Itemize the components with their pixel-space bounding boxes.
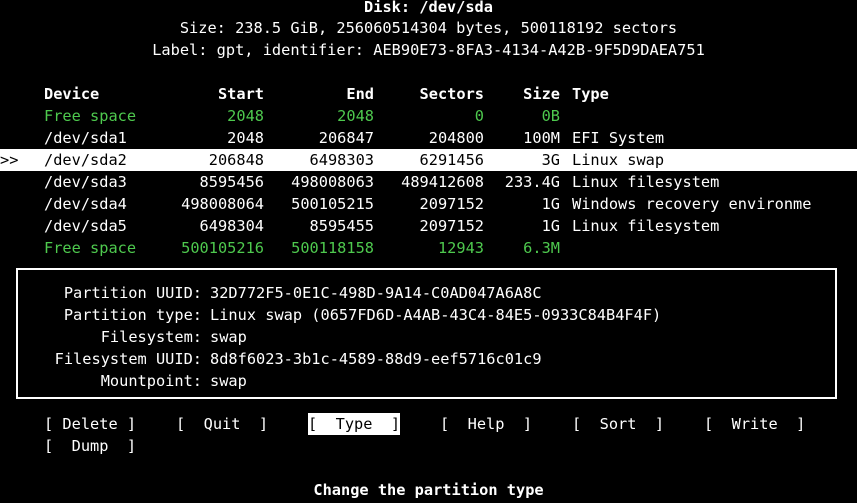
cell-end: 500105215 <box>291 195 374 213</box>
cell-sectors: 0 <box>474 107 484 125</box>
cell-device: /dev/sda5 <box>44 217 127 235</box>
sort-button[interactable]: [ Sort ] <box>572 413 664 435</box>
status-hint: Change the partition type <box>313 481 544 499</box>
disk-size-info: Size: 238.5 GiB, 256060514304 bytes, 500… <box>179 19 678 37</box>
col-sectors: Sectors <box>419 85 484 103</box>
cell-device: /dev/sda3 <box>44 173 127 191</box>
cell-sectors: 6291456 <box>419 151 484 169</box>
type-button[interactable]: [ Type ] <box>308 413 401 435</box>
col-end: End <box>346 85 374 103</box>
mountpoint-label: Mountpoint: <box>100 372 202 390</box>
cell-device: /dev/sda1 <box>44 129 127 147</box>
partition-info-box: Partition UUID: 32D772F5-0E1C-498D-9A14-… <box>16 268 837 399</box>
cell-type: Linux filesystem <box>572 173 720 191</box>
cell-size: 1G <box>541 195 560 213</box>
disk-label-info: Label: gpt, identifier: AEB90E73-8FA3-41… <box>152 41 705 59</box>
cell-sectors: 204800 <box>428 129 484 147</box>
cell-start: 6498304 <box>199 217 264 235</box>
selection-marker: >> <box>0 151 19 169</box>
dump-button[interactable]: [ Dump ] <box>44 435 136 457</box>
cell-end: 500118158 <box>291 239 374 257</box>
cell-sectors: 2097152 <box>419 217 484 235</box>
cell-sectors: 489412608 <box>401 173 484 191</box>
cell-end: 498008063 <box>291 173 374 191</box>
table-row[interactable]: /dev/sda5 6498304 8595455 2097152 1G Lin… <box>0 215 857 237</box>
filesystem-uuid-label: Filesystem UUID: <box>54 350 202 368</box>
cell-sectors: 12943 <box>437 239 484 257</box>
filesystem-uuid-value: 8d8f6023-3b1c-4589-88d9-eef5716c01c9 <box>210 350 542 368</box>
cell-start: 498008064 <box>181 195 264 213</box>
quit-button[interactable]: [ Quit ] <box>176 413 268 435</box>
table-row-selected[interactable]: >> /dev/sda2 206848 6498303 6291456 3G L… <box>0 149 857 171</box>
table-row[interactable]: /dev/sda3 8595456 498008063 489412608 23… <box>0 171 857 193</box>
partition-type-value: Linux swap (0657FD6D-A4AB-43C4-84E5-0933… <box>210 306 662 324</box>
cell-device: Free space <box>44 107 137 125</box>
table-row[interactable]: /dev/sda1 2048 206847 204800 100M EFI Sy… <box>0 127 857 149</box>
cell-start: 500105216 <box>181 239 264 257</box>
table-header: Device Start End Sectors Size Type <box>0 83 857 105</box>
table-row[interactable]: /dev/sda4 498008064 500105215 2097152 1G… <box>0 193 857 215</box>
partition-uuid-value: 32D772F5-0E1C-498D-9A14-C0AD047A6A8C <box>210 284 542 302</box>
cell-size: 0B <box>541 107 560 125</box>
cell-sectors: 2097152 <box>419 195 484 213</box>
delete-button[interactable]: [ Delete ] <box>44 413 136 435</box>
cell-size: 233.4G <box>504 173 560 191</box>
cell-type: Linux swap <box>572 151 665 169</box>
cell-size: 100M <box>523 129 560 147</box>
cell-type: Windows recovery environme <box>572 195 812 213</box>
cell-start: 8595456 <box>199 173 264 191</box>
filesystem-label: Filesystem: <box>100 328 202 346</box>
help-button[interactable]: [ Help ] <box>440 413 532 435</box>
col-device: Device <box>44 85 100 103</box>
cell-type: Linux filesystem <box>572 217 720 235</box>
col-size: Size <box>523 85 560 103</box>
cell-end: 206847 <box>318 129 374 147</box>
table-row[interactable]: Free space 500105216 500118158 12943 6.3… <box>0 237 857 259</box>
cell-start: 2048 <box>227 107 264 125</box>
write-button[interactable]: [ Write ] <box>704 413 805 435</box>
table-row[interactable]: Free space 2048 2048 0 0B <box>0 105 857 127</box>
cell-start: 2048 <box>227 129 264 147</box>
filesystem-value: swap <box>210 328 247 346</box>
cell-start: 206848 <box>208 151 264 169</box>
col-type: Type <box>572 85 609 103</box>
cell-size: 6.3M <box>523 239 560 257</box>
cell-end: 6498303 <box>309 151 374 169</box>
cell-size: 3G <box>541 151 560 169</box>
cell-size: 1G <box>541 217 560 235</box>
mountpoint-value: swap <box>210 372 247 390</box>
partition-type-label: Partition type: <box>63 306 202 324</box>
cell-type: EFI System <box>572 129 665 147</box>
cell-device: /dev/sda2 <box>44 151 127 169</box>
partition-uuid-label: Partition UUID: <box>63 284 202 302</box>
cell-device: /dev/sda4 <box>44 195 127 213</box>
cell-end: 8595455 <box>309 217 374 235</box>
cell-device: Free space <box>44 239 137 257</box>
col-start: Start <box>217 85 264 103</box>
disk-title: Disk: /dev/sda <box>364 0 493 16</box>
cell-end: 2048 <box>337 107 374 125</box>
